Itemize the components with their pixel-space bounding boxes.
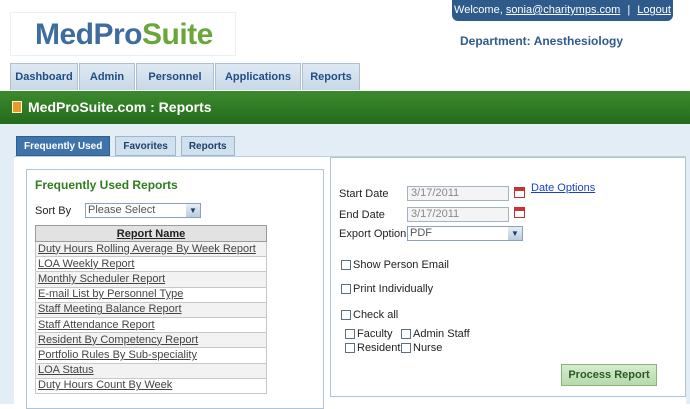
admin-staff-label: Admin Staff <box>413 328 470 340</box>
nurse-row: Nurse <box>401 342 442 354</box>
start-date-input[interactable]: 3/17/2011 <box>407 186 509 201</box>
end-date-input[interactable]: 3/17/2011 <box>407 207 509 222</box>
report-link[interactable]: Resident By Competency Report <box>35 332 267 349</box>
table-header-row: Report Name <box>35 225 267 242</box>
nav-admin[interactable]: Admin <box>79 63 135 90</box>
report-link[interactable]: Portfolio Rules By Sub-speciality <box>35 347 267 364</box>
chevron-down-icon[interactable]: ▼ <box>508 227 522 240</box>
report-tabs: Frequently Used Favorites Reports <box>16 136 240 156</box>
nav-applications[interactable]: Applications <box>215 63 301 90</box>
process-report-button[interactable]: Process Report <box>561 364 657 386</box>
logo-part-suite: Suite <box>142 18 213 51</box>
book-icon <box>12 101 22 113</box>
app-header: MedProSuite Welcome, sonia@charitymps.co… <box>0 0 690 63</box>
chevron-down-icon[interactable]: ▼ <box>186 204 200 217</box>
welcome-text: Welcome, <box>454 4 503 16</box>
nurse-checkbox[interactable] <box>401 343 411 353</box>
report-link[interactable]: LOA Status <box>35 362 267 379</box>
check-all-checkbox[interactable] <box>341 310 351 320</box>
date-options-link[interactable]: Date Options <box>531 182 595 194</box>
admin-staff-row: Admin Staff <box>401 328 470 340</box>
tab-favorites[interactable]: Favorites <box>115 136 176 156</box>
export-option-label: Export Option <box>339 228 407 240</box>
show-email-checkbox[interactable] <box>341 260 351 270</box>
report-options-panel: Start Date 3/17/2011 Date Options End Da… <box>330 157 686 397</box>
report-table: Report Name Duty Hours Rolling Average B… <box>35 225 267 394</box>
logo-part-medpro: MedPro <box>35 18 143 51</box>
main-nav: Dashboard Admin Personnel Applications R… <box>10 63 361 90</box>
main-panel: Frequently Used Reports Sort By Please S… <box>14 156 686 409</box>
table-row: LOA Status <box>35 362 267 379</box>
admin-staff-checkbox[interactable] <box>401 329 411 339</box>
start-date-label: Start Date <box>339 188 389 200</box>
show-email-label: Show Person Email <box>353 259 449 271</box>
table-row: Staff Meeting Balance Report <box>35 301 267 318</box>
logo[interactable]: MedProSuite <box>35 18 213 52</box>
sort-by-select[interactable]: Please Select ▼ <box>85 203 201 218</box>
check-all-label: Check all <box>353 309 399 321</box>
logo-box: MedProSuite <box>10 12 236 56</box>
nav-personnel[interactable]: Personnel <box>136 63 214 90</box>
export-option-select[interactable]: PDF ▼ <box>407 226 523 241</box>
calendar-icon[interactable] <box>514 187 525 198</box>
check-all-row: Check all <box>341 309 398 321</box>
faculty-label: Faculty <box>357 328 393 340</box>
department-label: Department: Anesthesiology <box>460 34 623 48</box>
table-row: Portfolio Rules By Sub-speciality <box>35 347 267 364</box>
nav-dashboard[interactable]: Dashboard <box>10 63 78 90</box>
tab-frequently-used[interactable]: Frequently Used <box>16 136 111 156</box>
report-link[interactable]: Duty Hours Count By Week <box>35 377 267 394</box>
page-title-banner: MedProSuite.com : Reports <box>0 91 690 124</box>
sort-by-label: Sort By <box>35 205 72 217</box>
table-row: LOA Weekly Report <box>35 256 267 273</box>
report-link[interactable]: LOA Weekly Report <box>35 256 267 273</box>
department-caption: Department: <box>460 34 531 48</box>
faculty-row: Faculty <box>345 328 392 340</box>
resident-row: Resident <box>345 342 400 354</box>
print-individually-row: Print Individually <box>341 283 433 295</box>
report-link[interactable]: Monthly Scheduler Report <box>35 271 267 288</box>
content-area: Frequently Used Favorites Reports Freque… <box>0 124 690 409</box>
resident-label: Resident <box>357 342 401 354</box>
export-option-value: PDF <box>410 227 432 239</box>
sort-by-value: Please Select <box>88 204 156 216</box>
table-row: Resident By Competency Report <box>35 332 267 349</box>
page-title: MedProSuite.com : Reports <box>28 99 212 115</box>
frequently-used-title: Frequently Used Reports <box>35 178 178 192</box>
welcome-bar: Welcome, sonia@charitymps.com | Logout <box>452 0 673 21</box>
calendar-icon[interactable] <box>514 207 525 218</box>
report-name-header[interactable]: Report Name <box>35 225 267 242</box>
table-row: Duty Hours Rolling Average By Week Repor… <box>35 240 267 258</box>
nav-reports[interactable]: Reports <box>302 63 360 90</box>
department-name: Anesthesiology <box>533 34 624 48</box>
end-date-label: End Date <box>339 209 385 221</box>
show-email-row: Show Person Email <box>341 259 449 271</box>
print-individually-label: Print Individually <box>353 283 434 295</box>
nurse-label: Nurse <box>413 342 443 354</box>
table-row: E-mail List by Personnel Type <box>35 286 267 303</box>
report-link[interactable]: Staff Attendance Report <box>35 316 267 334</box>
report-link[interactable]: E-mail List by Personnel Type <box>35 286 267 303</box>
frequently-used-panel: Frequently Used Reports Sort By Please S… <box>26 169 324 409</box>
resident-checkbox[interactable] <box>345 343 355 353</box>
logout-link[interactable]: Logout <box>637 4 671 16</box>
table-row: Duty Hours Count By Week <box>35 377 267 394</box>
table-row: Staff Attendance Report <box>35 316 267 334</box>
report-link[interactable]: Duty Hours Rolling Average By Week Repor… <box>35 240 267 258</box>
user-email-link[interactable]: sonia@charitymps.com <box>506 4 620 16</box>
print-individually-checkbox[interactable] <box>341 284 351 294</box>
tab-reports[interactable]: Reports <box>180 136 235 156</box>
welcome-separator: | <box>627 4 631 16</box>
report-link[interactable]: Staff Meeting Balance Report <box>35 301 267 318</box>
table-row: Monthly Scheduler Report <box>35 271 267 288</box>
faculty-checkbox[interactable] <box>345 329 355 339</box>
